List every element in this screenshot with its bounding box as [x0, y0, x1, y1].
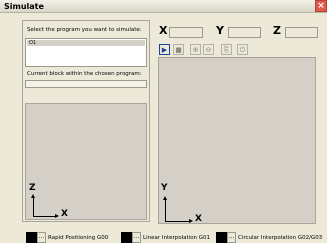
- power-button[interactable]: ⏻: [237, 44, 248, 55]
- program-list-item[interactable]: O1: [27, 40, 145, 46]
- legend-rapid-positioning: ... Rapid Positioning G00: [26, 232, 126, 243]
- select-program-label: Select the program you want to simulate:: [27, 27, 142, 33]
- circular-label: Circular Interpolation G02/G03: [238, 235, 323, 241]
- xy-view-pane[interactable]: Y X: [158, 57, 316, 224]
- program-listbox[interactable]: O1: [25, 38, 147, 67]
- linear-label: Linear Interpolation G01: [143, 235, 211, 241]
- circular-color-button[interactable]: ...: [227, 232, 236, 243]
- y-axis-line: [165, 200, 166, 221]
- current-block-label: Current block within the chosen program:: [27, 71, 142, 77]
- z-axis-label: Z: [29, 183, 36, 193]
- x-axis-arrow-icon: [55, 214, 59, 218]
- x-axis-label: X: [61, 209, 68, 219]
- title-bar: Simulate ×: [0, 0, 327, 13]
- y-axis-label: Y: [161, 183, 168, 193]
- x-axis-line: [165, 221, 189, 222]
- x-axis-label: X: [195, 214, 202, 224]
- export-button[interactable]: ⎘: [221, 44, 232, 55]
- x-axis-arrow-icon: [189, 219, 193, 223]
- current-block-field: [25, 80, 147, 88]
- z-axis-arrow-icon: [31, 194, 35, 198]
- x-axis-line: [33, 216, 55, 217]
- zoom-in-button[interactable]: ⊕: [190, 44, 201, 55]
- play-button[interactable]: ▶: [159, 44, 170, 55]
- legend-circular-interpolation: ... Circular Interpolation G02/G03: [216, 232, 326, 243]
- x-coord-field: [169, 27, 203, 38]
- stop-button[interactable]: ■: [173, 44, 184, 55]
- simulate-window: Simulate × Select the program you want t…: [0, 0, 327, 243]
- window-title: Simulate: [4, 2, 44, 11]
- z-coord-label: Z: [273, 24, 281, 37]
- y-coord-field: [228, 27, 261, 38]
- rapid-label: Rapid Positioning G00: [48, 235, 109, 241]
- rapid-color-swatch: [26, 232, 37, 243]
- y-axis-arrow-icon: [163, 196, 167, 200]
- z-axis-line: [33, 198, 34, 216]
- zoom-out-button[interactable]: ⊖: [203, 44, 214, 55]
- legend-linear-interpolation: ... Linear Interpolation G01: [121, 232, 221, 243]
- circular-color-swatch: [216, 232, 227, 243]
- z-coord-field: [285, 27, 318, 38]
- xz-view-pane[interactable]: Z X: [25, 103, 147, 220]
- close-button[interactable]: ×: [315, 0, 327, 12]
- linear-color-swatch: [121, 232, 132, 243]
- x-coord-label: X: [159, 24, 168, 37]
- y-coord-label: Y: [216, 24, 224, 37]
- program-panel: Select the program you want to simulate:…: [22, 20, 150, 222]
- rapid-color-button[interactable]: ...: [37, 232, 46, 243]
- linear-color-button[interactable]: ...: [132, 232, 141, 243]
